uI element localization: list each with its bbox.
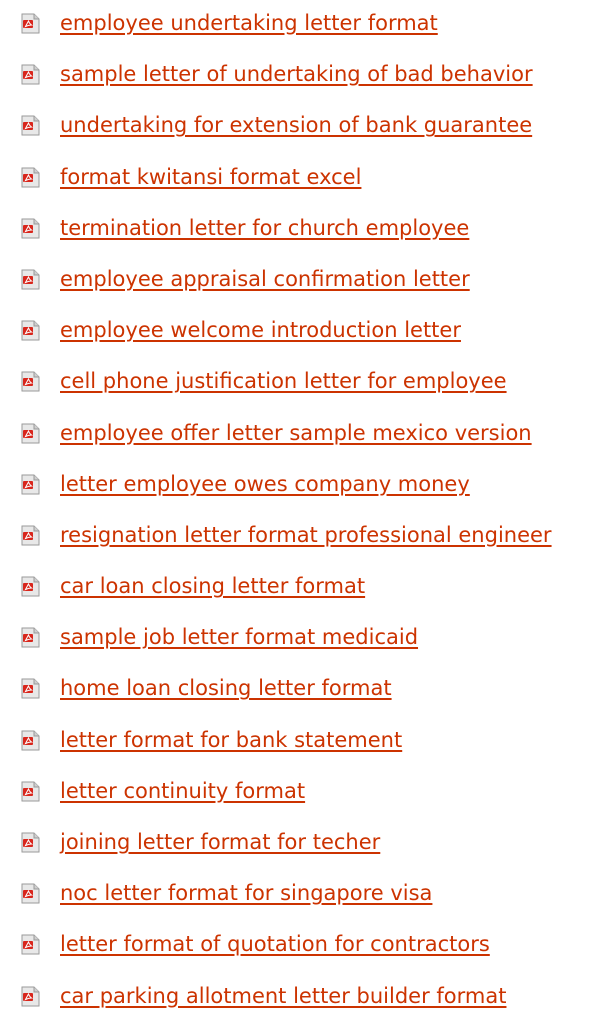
pdf-document-icon (21, 115, 40, 136)
list-item: termination letter for church employee (0, 205, 613, 256)
pdf-document-icon (21, 832, 40, 853)
pdf-document-icon (21, 474, 40, 495)
list-item: home loan closing letter format (0, 665, 613, 716)
pdf-document-icon (21, 576, 40, 597)
list-item: employee offer letter sample mexico vers… (0, 410, 613, 461)
list-item: letter continuity format (0, 768, 613, 819)
list-item: resignation letter format professional e… (0, 512, 613, 563)
list-item: letter employee owes company money (0, 461, 613, 512)
pdf-document-icon (21, 269, 40, 290)
pdf-document-icon (21, 986, 40, 1007)
document-link[interactable]: employee welcome introduction letter (60, 316, 461, 344)
document-link[interactable]: resignation letter format professional e… (60, 521, 552, 549)
pdf-document-icon (21, 730, 40, 751)
document-link[interactable]: employee appraisal confirmation letter (60, 265, 470, 293)
pdf-document-icon (21, 13, 40, 34)
list-item: sample job letter format medicaid (0, 614, 613, 665)
document-link[interactable]: cell phone justification letter for empl… (60, 367, 507, 395)
document-link[interactable]: letter continuity format (60, 777, 305, 805)
pdf-document-icon (21, 934, 40, 955)
pdf-document-icon (21, 218, 40, 239)
document-link[interactable]: letter format of quotation for contracto… (60, 930, 490, 958)
document-link[interactable]: employee offer letter sample mexico vers… (60, 419, 532, 447)
pdf-document-icon (21, 883, 40, 904)
pdf-document-icon (21, 320, 40, 341)
pdf-document-icon (21, 167, 40, 188)
document-link[interactable]: termination letter for church employee (60, 214, 469, 242)
list-item: employee undertaking letter format (0, 0, 613, 51)
document-link[interactable]: car parking allotment letter builder for… (60, 982, 506, 1010)
pdf-document-icon (21, 423, 40, 443)
document-link[interactable]: noc letter format for singapore visa (60, 879, 432, 907)
list-item: joining letter format for techer (0, 819, 613, 870)
list-item: letter format of quotation for contracto… (0, 921, 613, 972)
document-link[interactable]: undertaking for extension of bank guaran… (60, 111, 532, 139)
pdf-document-icon (21, 64, 40, 85)
document-link[interactable]: home loan closing letter format (60, 674, 392, 702)
list-item: letter format for bank statement (0, 717, 613, 768)
document-link[interactable]: sample letter of undertaking of bad beha… (60, 60, 533, 88)
pdf-document-icon (21, 781, 40, 802)
list-item: noc letter format for singapore visa (0, 870, 613, 921)
list-item: car loan closing letter format (0, 563, 613, 614)
pdf-document-icon (21, 371, 40, 392)
document-link[interactable]: employee undertaking letter format (60, 9, 438, 37)
list-item: format kwitansi format excel (0, 154, 613, 205)
list-item: employee welcome introduction letter (0, 307, 613, 358)
pdf-document-icon (21, 678, 40, 699)
document-link-list: employee undertaking letter format sampl… (0, 0, 613, 1024)
document-link[interactable]: letter format for bank statement (60, 726, 402, 754)
pdf-document-icon (21, 627, 40, 648)
list-item: sample letter of undertaking of bad beha… (0, 51, 613, 102)
document-link[interactable]: joining letter format for techer (60, 828, 380, 856)
pdf-document-icon (21, 525, 40, 546)
list-item: car parking allotment letter builder for… (0, 973, 613, 1024)
list-item: employee appraisal confirmation letter (0, 256, 613, 307)
list-item: cell phone justification letter for empl… (0, 358, 613, 409)
document-link[interactable]: letter employee owes company money (60, 470, 470, 498)
document-link[interactable]: format kwitansi format excel (60, 163, 361, 191)
document-link[interactable]: sample job letter format medicaid (60, 623, 418, 651)
list-item: undertaking for extension of bank guaran… (0, 102, 613, 153)
document-link[interactable]: car loan closing letter format (60, 572, 365, 600)
